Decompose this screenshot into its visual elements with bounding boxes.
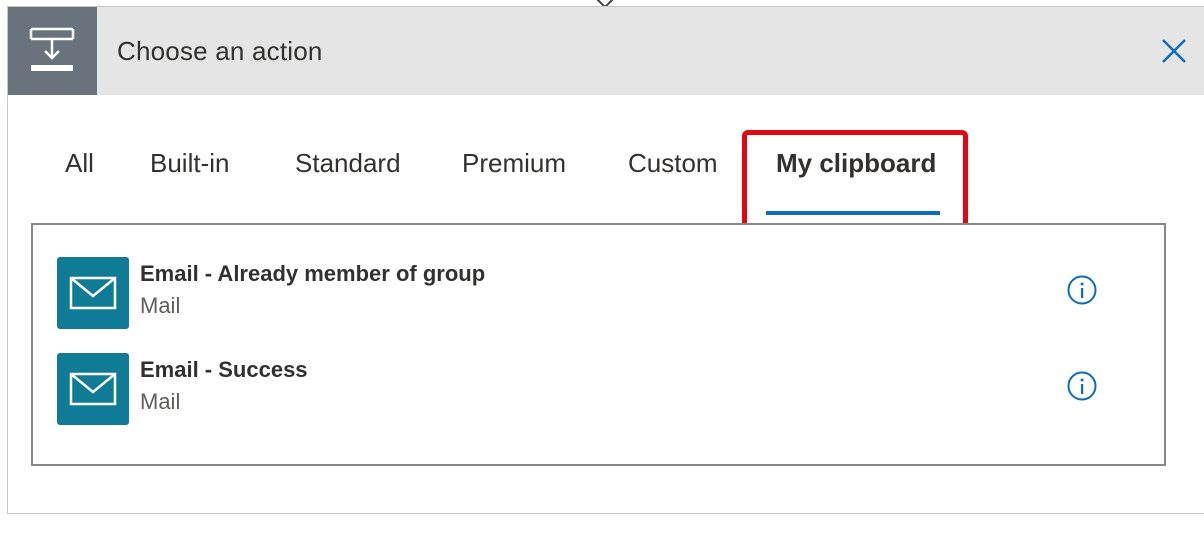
- action-title: Email - Already member of group: [140, 261, 486, 286]
- choose-action-screen: Choose an action All Built-in Standard P…: [0, 0, 1204, 535]
- tab-built-in[interactable]: Built-in: [150, 148, 229, 179]
- tab-standard[interactable]: Standard: [295, 148, 401, 179]
- header-icon-box: [8, 7, 97, 95]
- close-button[interactable]: [1160, 37, 1188, 65]
- data-operation-icon: [29, 27, 75, 71]
- action-connector: Mail: [140, 389, 181, 414]
- info-button[interactable]: [1066, 370, 1098, 402]
- info-icon: [1067, 371, 1097, 401]
- tab-premium[interactable]: Premium: [462, 148, 566, 179]
- info-button[interactable]: [1066, 274, 1098, 306]
- close-icon: [1162, 39, 1186, 63]
- mail-icon: [69, 372, 117, 406]
- tab-all[interactable]: All: [65, 148, 94, 179]
- mail-icon: [69, 276, 117, 310]
- action-list: Email - Already member of group Mail Ema…: [31, 223, 1166, 466]
- mail-tile: [57, 353, 129, 425]
- info-icon: [1067, 275, 1097, 305]
- action-connector: Mail: [140, 293, 181, 318]
- category-tabs: All Built-in Standard Premium Custom My …: [0, 148, 1204, 218]
- tab-my-clipboard[interactable]: My clipboard: [776, 148, 936, 179]
- list-item[interactable]: Email - Success Mail: [57, 353, 1147, 427]
- list-item[interactable]: Email - Already member of group Mail: [57, 257, 1147, 331]
- card-header: Choose an action: [8, 7, 1204, 95]
- mail-tile: [57, 257, 129, 329]
- tab-custom[interactable]: Custom: [628, 148, 718, 179]
- page-title: Choose an action: [117, 36, 323, 66]
- action-title: Email - Success: [140, 357, 308, 382]
- active-tab-indicator: [766, 211, 940, 215]
